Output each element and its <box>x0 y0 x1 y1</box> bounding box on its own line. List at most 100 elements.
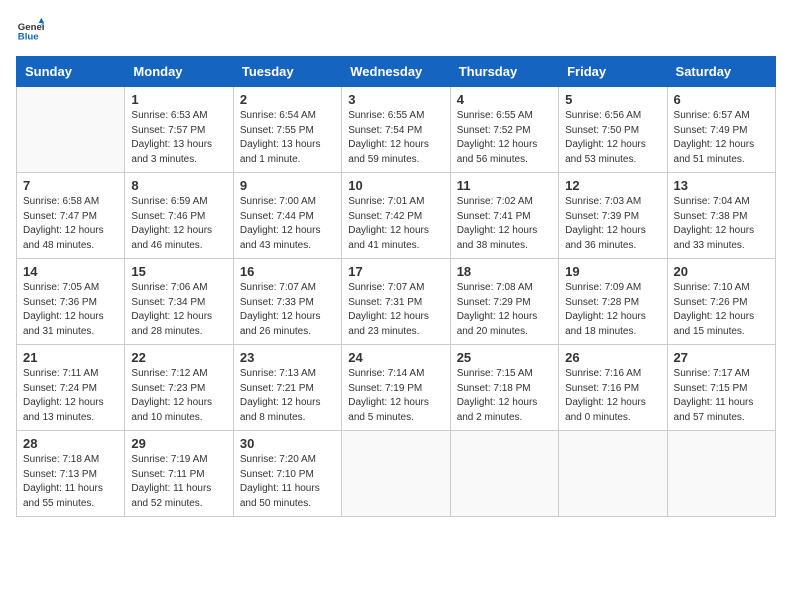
day-number: 14 <box>23 264 118 279</box>
day-number: 22 <box>131 350 226 365</box>
calendar-cell: 2 Sunrise: 6:54 AM Sunset: 7:55 PM Daylig… <box>233 87 341 173</box>
day-info: Sunrise: 7:03 AM Sunset: 7:39 PM Dayligh… <box>565 195 660 253</box>
calendar-cell: 18 Sunrise: 7:08 AM Sunset: 7:29 PM Dayli… <box>450 259 558 345</box>
day-number: 23 <box>240 350 335 365</box>
calendar-cell: 15 Sunrise: 7:06 AM Sunset: 7:34 PM Dayli… <box>125 259 233 345</box>
calendar-cell: 20Sunrise: 7:10 AM Sunset: 7:26 PM Dayli… <box>667 259 775 345</box>
day-info: Sunrise: 7:15 AM Sunset: 7:18 PM Dayligh… <box>457 367 552 425</box>
day-info: Sunrise: 7:08 AM Sunset: 7:29 PM Dayligh… <box>457 281 552 339</box>
column-header-saturday: Saturday <box>667 57 775 87</box>
calendar-cell: 30 Sunrise: 7:20 AM Sunset: 7:10 PM Dayli… <box>233 431 341 517</box>
day-info: Sunrise: 7:00 AM Sunset: 7:44 PM Dayligh… <box>240 195 335 253</box>
calendar-cell: 22 Sunrise: 7:12 AM Sunset: 7:23 PM Dayli… <box>125 345 233 431</box>
day-info: Sunrise: 6:53 AM Sunset: 7:57 PM Dayligh… <box>131 109 226 167</box>
day-info: Sunrise: 7:05 AM Sunset: 7:36 PM Dayligh… <box>23 281 118 339</box>
week-row-2: 7 Sunrise: 6:58 AM Sunset: 7:47 PM Daylig… <box>17 173 776 259</box>
calendar-cell: 27Sunrise: 7:17 AM Sunset: 7:15 PM Dayli… <box>667 345 775 431</box>
calendar-cell: 26 Sunrise: 7:16 AM Sunset: 7:16 PM Dayli… <box>559 345 667 431</box>
day-info: Sunrise: 7:11 AM Sunset: 7:24 PM Dayligh… <box>23 367 118 425</box>
day-number: 27 <box>674 350 769 365</box>
day-number: 1 <box>131 92 226 107</box>
calendar-cell: 29 Sunrise: 7:19 AM Sunset: 7:11 PM Dayli… <box>125 431 233 517</box>
day-number: 3 <box>348 92 443 107</box>
day-info: Sunrise: 7:01 AM Sunset: 7:42 PM Dayligh… <box>348 195 443 253</box>
day-info: Sunrise: 7:20 AM Sunset: 7:10 PM Dayligh… <box>240 453 335 511</box>
day-number: 30 <box>240 436 335 451</box>
day-info: Sunrise: 6:55 AM Sunset: 7:54 PM Dayligh… <box>348 109 443 167</box>
calendar-cell: 21 Sunrise: 7:11 AM Sunset: 7:24 PM Dayli… <box>17 345 125 431</box>
calendar-cell: 12 Sunrise: 7:03 AM Sunset: 7:39 PM Dayli… <box>559 173 667 259</box>
calendar-cell <box>667 431 775 517</box>
svg-text:Blue: Blue <box>18 32 39 43</box>
calendar-cell: 25 Sunrise: 7:15 AM Sunset: 7:18 PM Dayli… <box>450 345 558 431</box>
calendar-cell: 3 Sunrise: 6:55 AM Sunset: 7:54 PM Daylig… <box>342 87 450 173</box>
day-info: Sunrise: 6:58 AM Sunset: 7:47 PM Dayligh… <box>23 195 118 253</box>
day-number: 10 <box>348 178 443 193</box>
day-number: 17 <box>348 264 443 279</box>
calendar-cell: 9 Sunrise: 7:00 AM Sunset: 7:44 PM Daylig… <box>233 173 341 259</box>
calendar-cell: 6 Sunrise: 6:57 AM Sunset: 7:49 PM Daylig… <box>667 87 775 173</box>
header-row: SundayMondayTuesdayWednesdayThursdayFrid… <box>17 57 776 87</box>
column-header-friday: Friday <box>559 57 667 87</box>
day-number: 21 <box>23 350 118 365</box>
week-row-5: 28 Sunrise: 7:18 AM Sunset: 7:13 PM Dayli… <box>17 431 776 517</box>
day-number: 28 <box>23 436 118 451</box>
day-info: Sunrise: 6:59 AM Sunset: 7:46 PM Dayligh… <box>131 195 226 253</box>
calendar-table: SundayMondayTuesdayWednesdayThursdayFrid… <box>16 56 776 517</box>
day-info: Sunrise: 7:04 AM Sunset: 7:38 PM Dayligh… <box>674 195 769 253</box>
day-number: 12 <box>565 178 660 193</box>
calendar-cell: 5Sunrise: 6:56 AM Sunset: 7:50 PM Daylig… <box>559 87 667 173</box>
day-number: 24 <box>348 350 443 365</box>
calendar-cell: 11 Sunrise: 7:02 AM Sunset: 7:41 PM Dayli… <box>450 173 558 259</box>
calendar-cell: 17 Sunrise: 7:07 AM Sunset: 7:31 PM Dayli… <box>342 259 450 345</box>
day-number: 29 <box>131 436 226 451</box>
day-info: Sunrise: 6:54 AM Sunset: 7:55 PM Dayligh… <box>240 109 335 167</box>
calendar-cell: 4 Sunrise: 6:55 AM Sunset: 7:52 PM Daylig… <box>450 87 558 173</box>
day-number: 13 <box>674 178 769 193</box>
day-number: 8 <box>131 178 226 193</box>
calendar-cell: 7 Sunrise: 6:58 AM Sunset: 7:47 PM Daylig… <box>17 173 125 259</box>
day-info: Sunrise: 7:06 AM Sunset: 7:34 PM Dayligh… <box>131 281 226 339</box>
day-number: 25 <box>457 350 552 365</box>
day-info: Sunrise: 7:07 AM Sunset: 7:33 PM Dayligh… <box>240 281 335 339</box>
day-info: Sunrise: 7:02 AM Sunset: 7:41 PM Dayligh… <box>457 195 552 253</box>
day-number: 7 <box>23 178 118 193</box>
column-header-sunday: Sunday <box>17 57 125 87</box>
column-header-wednesday: Wednesday <box>342 57 450 87</box>
page-header: General Blue <box>16 16 776 44</box>
day-info: Sunrise: 7:12 AM Sunset: 7:23 PM Dayligh… <box>131 367 226 425</box>
day-info: Sunrise: 7:19 AM Sunset: 7:11 PM Dayligh… <box>131 453 226 511</box>
calendar-cell: 28 Sunrise: 7:18 AM Sunset: 7:13 PM Dayli… <box>17 431 125 517</box>
calendar-cell: 1 Sunrise: 6:53 AM Sunset: 7:57 PM Daylig… <box>125 87 233 173</box>
day-number: 26 <box>565 350 660 365</box>
day-info: Sunrise: 6:57 AM Sunset: 7:49 PM Dayligh… <box>674 109 769 167</box>
day-number: 6 <box>674 92 769 107</box>
calendar-cell <box>342 431 450 517</box>
day-info: Sunrise: 7:10 AM Sunset: 7:26 PM Dayligh… <box>674 281 769 339</box>
calendar-cell <box>450 431 558 517</box>
calendar-cell: 23 Sunrise: 7:13 AM Sunset: 7:21 PM Dayli… <box>233 345 341 431</box>
day-number: 15 <box>131 264 226 279</box>
calendar-cell: 13 Sunrise: 7:04 AM Sunset: 7:38 PM Dayli… <box>667 173 775 259</box>
week-row-4: 21 Sunrise: 7:11 AM Sunset: 7:24 PM Dayli… <box>17 345 776 431</box>
day-info: Sunrise: 7:18 AM Sunset: 7:13 PM Dayligh… <box>23 453 118 511</box>
logo-icon: General Blue <box>16 16 44 44</box>
calendar-cell: 10 Sunrise: 7:01 AM Sunset: 7:42 PM Dayli… <box>342 173 450 259</box>
day-number: 9 <box>240 178 335 193</box>
calendar-cell: 19 Sunrise: 7:09 AM Sunset: 7:28 PM Dayli… <box>559 259 667 345</box>
day-info: Sunrise: 6:56 AM Sunset: 7:50 PM Dayligh… <box>565 109 660 167</box>
day-info: Sunrise: 6:55 AM Sunset: 7:52 PM Dayligh… <box>457 109 552 167</box>
day-info: Sunrise: 7:13 AM Sunset: 7:21 PM Dayligh… <box>240 367 335 425</box>
calendar-cell <box>559 431 667 517</box>
day-info: Sunrise: 7:09 AM Sunset: 7:28 PM Dayligh… <box>565 281 660 339</box>
calendar-cell: 24Sunrise: 7:14 AM Sunset: 7:19 PM Dayli… <box>342 345 450 431</box>
column-header-monday: Monday <box>125 57 233 87</box>
calendar-cell: 8 Sunrise: 6:59 AM Sunset: 7:46 PM Daylig… <box>125 173 233 259</box>
day-number: 2 <box>240 92 335 107</box>
day-info: Sunrise: 7:16 AM Sunset: 7:16 PM Dayligh… <box>565 367 660 425</box>
day-number: 19 <box>565 264 660 279</box>
day-number: 11 <box>457 178 552 193</box>
day-number: 4 <box>457 92 552 107</box>
day-info: Sunrise: 7:07 AM Sunset: 7:31 PM Dayligh… <box>348 281 443 339</box>
day-number: 18 <box>457 264 552 279</box>
